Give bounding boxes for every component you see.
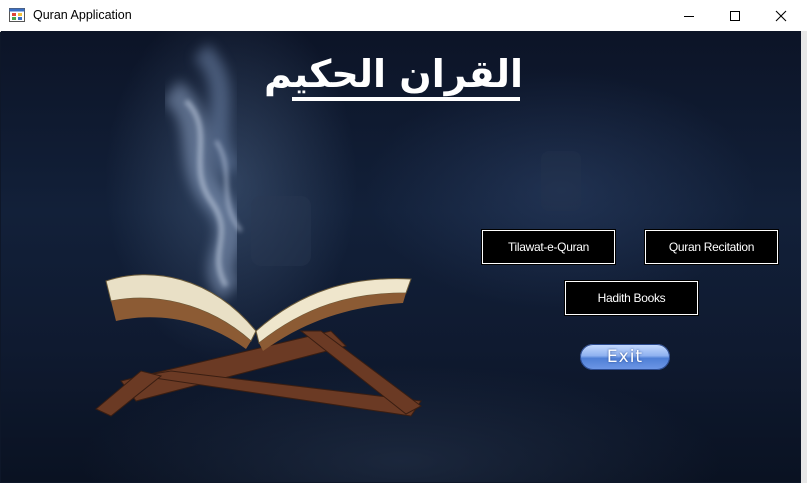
main-panel: القران الحكيم Tilawat-e-Quran Quran Reci… [1,31,806,482]
maximize-button[interactable] [712,0,758,31]
recitation-button[interactable]: Quran Recitation [644,229,779,265]
hadith-books-button[interactable]: Hadith Books [564,280,699,316]
maximize-icon [730,10,740,21]
exit-button[interactable]: Exit [580,344,670,370]
close-icon [775,10,787,21]
arabic-heading: القران الحكيم [263,52,523,96]
title-bar[interactable]: Quran Application [0,0,807,32]
tilawat-button[interactable]: Tilawat-e-Quran [481,229,616,265]
window-title: Quran Application [33,8,132,22]
window-right-edge [801,31,807,483]
minimize-button[interactable] [666,0,712,31]
app-window-icon [9,8,25,22]
heading-underline [292,97,520,101]
app-window: Quran Application القران الحكيم Tilawat-… [0,0,807,483]
minimize-icon [684,15,694,17]
close-button[interactable] [758,0,804,31]
